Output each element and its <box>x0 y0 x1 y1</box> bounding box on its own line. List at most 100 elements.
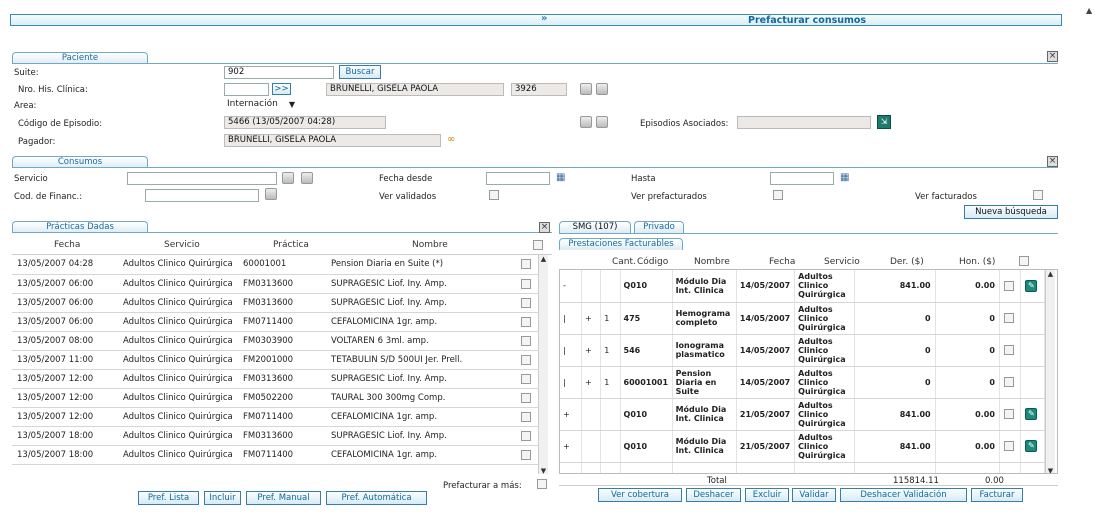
list-icon-2[interactable] <box>596 116 608 128</box>
table-row[interactable]: 13/05/2007 11:00 Adultos Clinico Quirúrgi… <box>12 350 538 370</box>
pref-manual-button[interactable]: Pref. Manual <box>246 491 321 505</box>
scroll-up-icon-2[interactable]: ▲ <box>1046 270 1055 278</box>
table-row[interactable]: - Q010 Módulo Dia Int. Clinica 14/05/2007 Ad… <box>560 270 1045 303</box>
close-consumos-icon[interactable]: × <box>1047 156 1058 167</box>
table-row[interactable]: | +1 60001001 Pension Diaria en Suite 14/05/… <box>560 366 1045 399</box>
row-checkbox[interactable] <box>521 316 531 327</box>
m-cell[interactable]: - <box>560 270 582 303</box>
search-icon-2[interactable] <box>580 116 592 128</box>
facturar-button[interactable]: Facturar <box>971 488 1023 502</box>
p-cell[interactable] <box>581 430 602 463</box>
suite-input[interactable]: 902 <box>224 66 334 79</box>
ver-validados-checkbox[interactable] <box>489 190 499 200</box>
row-checkbox[interactable] <box>1003 345 1014 355</box>
p-cell[interactable]: + <box>581 302 602 335</box>
edit-icon[interactable]: ✎ <box>1025 408 1038 420</box>
row-checkbox[interactable] <box>521 373 531 384</box>
select-all-prestaciones-checkbox[interactable] <box>1019 256 1029 266</box>
buscar-button[interactable]: Buscar <box>339 65 381 79</box>
servicio-input[interactable] <box>127 172 277 185</box>
close-practicas-icon[interactable]: × <box>539 222 550 233</box>
table-row[interactable]: | +1 546 Ionograma plasmatico 14/05/2007 Adul… <box>560 334 1045 367</box>
prestaciones-scrollbar[interactable]: ▲ ▼ <box>1045 270 1055 473</box>
search-icon[interactable] <box>580 83 592 95</box>
excluir-button[interactable]: Excluir <box>745 488 789 502</box>
edit-icon[interactable]: ✎ <box>1025 279 1038 292</box>
pref-automatica-button[interactable]: Pref. Automática <box>326 491 427 505</box>
table-row[interactable]: 13/05/2007 04:28 Adultos Clinico Quirúrgi… <box>12 255 538 275</box>
p-cell[interactable]: + <box>581 334 602 367</box>
p-cell[interactable] <box>581 462 602 473</box>
scroll-up-icon[interactable]: ▲ <box>539 255 548 263</box>
ver-prefacturados-checkbox[interactable] <box>773 190 783 200</box>
row-checkbox[interactable] <box>1003 441 1014 451</box>
m-cell[interactable]: + <box>560 398 582 431</box>
table-row[interactable]: 13/05/2007 06:00 Adultos Clinico Quirúrgi… <box>12 274 538 294</box>
scroll-down-icon-2[interactable]: ▼ <box>1046 467 1055 473</box>
hasta-input[interactable] <box>770 172 834 185</box>
list-icon[interactable] <box>596 83 608 95</box>
row-checkbox[interactable] <box>1003 313 1014 323</box>
row-checkbox[interactable] <box>1003 377 1014 387</box>
table-row[interactable]: 13/05/2007 06:00 Adultos Clinico Quirúrgi… <box>12 293 538 313</box>
table-row[interactable]: + Q010 Módulo Dia Int. Clinica 21/05/2007 Ad… <box>560 398 1045 431</box>
page-scroll-up-icon[interactable]: ▲ <box>1086 6 1092 15</box>
close-paciente-icon[interactable]: × <box>1047 51 1058 62</box>
table-row[interactable]: 13/05/2007 06:00 Adultos Clinico Quirúrgi… <box>12 312 538 332</box>
deshacer-validacion-button[interactable]: Deshacer Validación <box>840 488 967 502</box>
list-icon-3[interactable] <box>301 172 313 184</box>
table-row[interactable]: 13/05/2007 12:00 Adultos Clinico Quirúrgi… <box>12 407 538 427</box>
ver-facturados-checkbox[interactable] <box>1033 190 1043 200</box>
table-row[interactable]: 13/05/2007 12:00 Adultos Clinico Quirúrgi… <box>12 388 538 408</box>
p-cell[interactable]: + <box>581 366 602 399</box>
row-checkbox[interactable] <box>521 297 531 308</box>
deshacer-button[interactable]: Deshacer <box>686 488 741 502</box>
table-row[interactable]: 13/05/2007 18:00 Adultos Clinico Quirúrgi… <box>12 426 538 446</box>
tab-smg[interactable]: SMG (107) <box>559 221 631 233</box>
table-row[interactable]: | +1 475 Hemograma completo 14/05/2007 Adulto… <box>560 302 1045 335</box>
row-checkbox[interactable] <box>521 278 531 289</box>
row-checkbox[interactable] <box>521 335 531 346</box>
scroll-down-icon[interactable]: ▼ <box>539 467 548 474</box>
table-row[interactable]: 13/05/2007 12:00 Adultos Clinico Quirúrgi… <box>12 369 538 389</box>
table-row[interactable]: Adultos <box>560 462 1045 473</box>
m-cell[interactable]: | <box>560 334 582 367</box>
prefacturar-checkbox[interactable] <box>537 479 547 489</box>
row-checkbox[interactable] <box>521 259 531 270</box>
calendar-icon-2[interactable]: ▦ <box>840 172 849 183</box>
search-icon-3[interactable] <box>282 172 294 184</box>
tab-privado[interactable]: Privado <box>634 221 684 233</box>
m-cell[interactable] <box>560 462 582 473</box>
p-cell[interactable] <box>581 270 602 303</box>
table-row[interactable]: 13/05/2007 08:00 Adultos Clinico Quirúrgi… <box>12 331 538 351</box>
ver-cobertura-button[interactable]: Ver cobertura <box>598 488 682 502</box>
select-all-practicas-checkbox[interactable] <box>533 240 543 250</box>
go-button[interactable]: >> <box>272 83 291 95</box>
pref-lista-button[interactable]: Pref. Lista <box>138 491 199 505</box>
row-checkbox[interactable] <box>1003 280 1014 291</box>
area-select[interactable]: Internación ▼ <box>224 98 298 111</box>
p-cell[interactable] <box>581 398 602 431</box>
incluir-button[interactable]: Incluir <box>204 491 241 505</box>
row-checkbox[interactable] <box>521 392 531 403</box>
table-row[interactable]: + Q010 Módulo Dia Int. Clinica 21/05/2007 Ad… <box>560 430 1045 463</box>
row-checkbox[interactable] <box>521 449 531 460</box>
calendar-icon[interactable]: ▦ <box>556 172 565 183</box>
m-cell[interactable]: + <box>560 430 582 463</box>
episodios-link-icon[interactable]: ⇲ <box>877 115 891 129</box>
tab-prestaciones-facturables[interactable]: Prestaciones Facturables <box>559 238 683 250</box>
m-cell[interactable]: | <box>560 302 582 335</box>
edit-icon[interactable]: ✎ <box>1025 440 1038 452</box>
binoculars-icon[interactable]: ∞ <box>447 134 455 145</box>
row-checkbox[interactable] <box>521 354 531 365</box>
practicas-scrollbar[interactable]: ▲ ▼ <box>538 255 548 474</box>
validar-button[interactable]: Validar <box>792 488 836 502</box>
row-checkbox[interactable] <box>521 430 531 441</box>
nueva-busqueda-button[interactable]: Nueva búsqueda <box>964 205 1058 219</box>
m-cell[interactable]: | <box>560 366 582 399</box>
search-icon-4[interactable] <box>265 188 277 200</box>
nro-historia-input[interactable] <box>224 83 269 96</box>
row-checkbox[interactable] <box>1003 409 1014 419</box>
table-row[interactable]: 13/05/2007 18:00 Adultos Clinico Quirúrgi… <box>12 445 538 465</box>
fecha-desde-input[interactable] <box>486 172 550 185</box>
